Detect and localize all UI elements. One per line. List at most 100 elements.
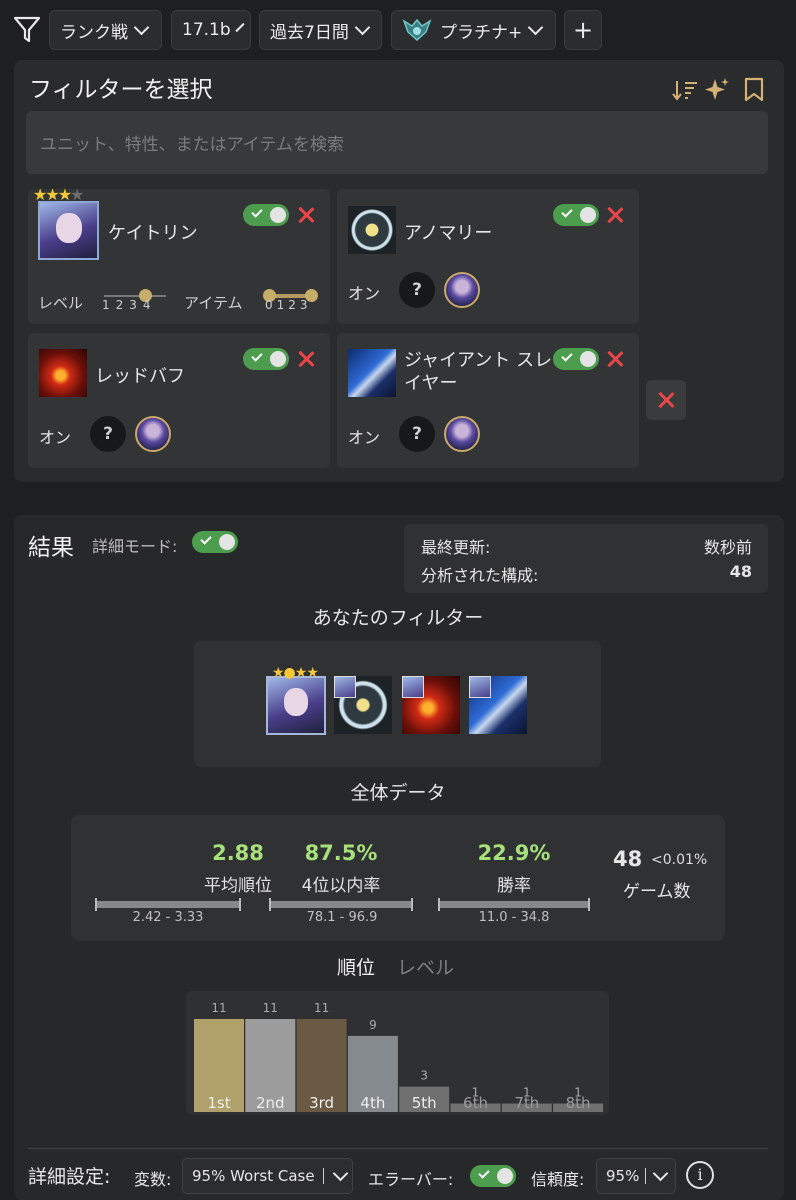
error-bar-toggle[interactable] bbox=[470, 1165, 516, 1187]
variable-label: 変数: bbox=[134, 1170, 172, 1189]
period-value: 過去7日間 bbox=[270, 22, 349, 43]
period-dropdown[interactable]: 過去7日間 bbox=[259, 10, 382, 50]
confidence-select[interactable]: 95% bbox=[596, 1158, 676, 1194]
placement-bar-chart: 111st112nd113rd94th35th16th17th18th bbox=[194, 1001, 604, 1112]
stats-box: 2.88 平均順位 2.42 - 3.33 87.5% 4位以内率 78.1 -… bbox=[71, 815, 725, 941]
remove-item-button[interactable] bbox=[296, 349, 316, 369]
chevron-down-icon bbox=[332, 1165, 348, 1181]
detail-mode-toggle[interactable] bbox=[192, 531, 238, 553]
win-rate-value: 22.9% bbox=[477, 841, 551, 865]
rank-dropdown[interactable]: プラチナ+ bbox=[391, 10, 556, 50]
error-bar-label: エラーバー: bbox=[368, 1170, 454, 1189]
clear-all-button[interactable] bbox=[646, 380, 686, 420]
bar-label-4th: 4th bbox=[360, 1094, 385, 1112]
variable-select[interactable]: 95% Worst Case bbox=[182, 1158, 353, 1194]
last-updated-label: 最終更新: bbox=[421, 538, 491, 557]
patch-value: 17.1b bbox=[182, 20, 231, 40]
analyzed-value: 48 bbox=[729, 562, 752, 581]
item-label: アイテム bbox=[184, 294, 243, 312]
unknown-unit-icon[interactable]: ? bbox=[399, 272, 435, 308]
filter-icon[interactable] bbox=[12, 14, 42, 44]
bar-count-5th: 3 bbox=[420, 1069, 428, 1083]
bar-count-1st: 11 bbox=[211, 1001, 226, 1015]
item-name: レッドバフ bbox=[95, 366, 185, 387]
panel-title: フィルターを選択 bbox=[29, 77, 213, 103]
item-toggle[interactable] bbox=[243, 348, 289, 370]
tab-level[interactable]: レベル bbox=[397, 953, 454, 980]
top4-range: 78.1 - 96.9 bbox=[306, 910, 378, 925]
games-value: 48 bbox=[613, 847, 643, 871]
update-info-box: 最終更新: 数秒前 分析された構成: 48 bbox=[404, 524, 768, 593]
last-updated-value: 数秒前 bbox=[703, 538, 752, 557]
add-filter-button[interactable]: + bbox=[564, 10, 602, 50]
remove-trait-button[interactable] bbox=[605, 205, 625, 225]
tab-placement[interactable]: 順位 bbox=[337, 953, 375, 980]
chevron-down-icon bbox=[354, 19, 371, 35]
bar-count-3rd: 11 bbox=[314, 1001, 329, 1015]
confidence-label: 信頼度: bbox=[531, 1170, 585, 1189]
bar-label-1st: 1st bbox=[207, 1094, 230, 1112]
caitlyn-mini-icon bbox=[334, 676, 356, 698]
bar-label-8th: 8th bbox=[566, 1094, 591, 1112]
your-filter-box: ★●★★ bbox=[194, 641, 601, 767]
red-buff-icon bbox=[39, 349, 87, 397]
win-rate-range: 11.0 - 34.8 bbox=[478, 910, 550, 925]
trait-name: アノマリー bbox=[404, 223, 493, 244]
sparkle-icon[interactable] bbox=[704, 76, 732, 104]
platinum-rank-icon bbox=[402, 18, 432, 42]
remove-item-button[interactable] bbox=[605, 349, 625, 369]
chevron-down-icon bbox=[133, 19, 150, 35]
games-pct: <0.01% bbox=[651, 852, 708, 868]
mode-value: ランク戦 bbox=[60, 22, 128, 43]
bookmark-icon[interactable] bbox=[743, 77, 765, 103]
detail-mode-label: 詳細モード: bbox=[92, 537, 178, 556]
analyzed-label: 分析された構成: bbox=[421, 566, 539, 585]
caitlyn-champion-icon[interactable] bbox=[135, 416, 171, 452]
results-title: 結果 bbox=[28, 535, 74, 561]
star-rating: ★★★★ bbox=[33, 185, 84, 204]
bar-label-7th: 7th bbox=[514, 1094, 539, 1112]
divider bbox=[28, 1148, 768, 1149]
bar-label-5th: 5th bbox=[412, 1094, 437, 1112]
top4-value: 87.5% bbox=[304, 841, 378, 865]
top4-label: 4位以内率 bbox=[301, 876, 381, 896]
bar-count-2nd: 11 bbox=[263, 1001, 278, 1015]
level-slider[interactable]: 1234 bbox=[100, 285, 170, 315]
unit-card-giant-slayer: ジャイアント スレイヤー オン ? bbox=[337, 333, 639, 468]
avg-place-range: 2.42 - 3.33 bbox=[132, 910, 204, 925]
giant-slayer-icon bbox=[348, 349, 396, 397]
sort-icon[interactable] bbox=[672, 78, 698, 102]
caitlyn-champion-icon[interactable] bbox=[444, 416, 480, 452]
remove-unit-button[interactable] bbox=[296, 205, 316, 225]
search-input[interactable]: ユニット、特性、またはアイテムを検索 bbox=[26, 111, 768, 174]
win-rate-error-bar bbox=[438, 898, 590, 911]
games-label: ゲーム数 bbox=[623, 882, 691, 902]
trait-toggle[interactable] bbox=[553, 204, 599, 226]
caitlyn-portrait bbox=[38, 201, 99, 260]
unknown-unit-icon[interactable]: ? bbox=[90, 416, 126, 452]
info-icon[interactable]: i bbox=[686, 1161, 714, 1189]
variable-value: 95% Worst Case bbox=[192, 1167, 315, 1185]
unknown-unit-icon[interactable]: ? bbox=[399, 416, 435, 452]
bar-label-3rd: 3rd bbox=[309, 1094, 334, 1112]
caitlyn-champion-icon[interactable] bbox=[444, 272, 480, 308]
patch-dropdown[interactable]: 17.1b bbox=[171, 10, 251, 50]
your-filter-title: あなたのフィルター bbox=[312, 607, 484, 629]
chevron-down-icon bbox=[527, 19, 544, 35]
mode-dropdown[interactable]: ランク戦 bbox=[49, 10, 162, 50]
item-name: ジャイアント スレイヤー bbox=[404, 350, 553, 394]
item-toggle[interactable] bbox=[553, 348, 599, 370]
overall-title: 全体データ bbox=[350, 782, 446, 804]
unit-toggle[interactable] bbox=[243, 204, 289, 226]
chevron-down-icon bbox=[653, 1165, 669, 1181]
confidence-value: 95% bbox=[606, 1167, 640, 1185]
caitlyn-mini-icon bbox=[402, 676, 424, 698]
top4-error-bar bbox=[269, 898, 413, 911]
caitlyn-mini-icon bbox=[469, 676, 491, 698]
on-label: オン bbox=[348, 428, 381, 447]
caitlyn-portrait bbox=[266, 676, 326, 735]
win-rate-label: 勝率 bbox=[497, 876, 531, 896]
item-slider[interactable]: 0123 bbox=[262, 285, 322, 315]
on-label: オン bbox=[348, 284, 381, 303]
bar-count-4th: 9 bbox=[369, 1018, 377, 1032]
